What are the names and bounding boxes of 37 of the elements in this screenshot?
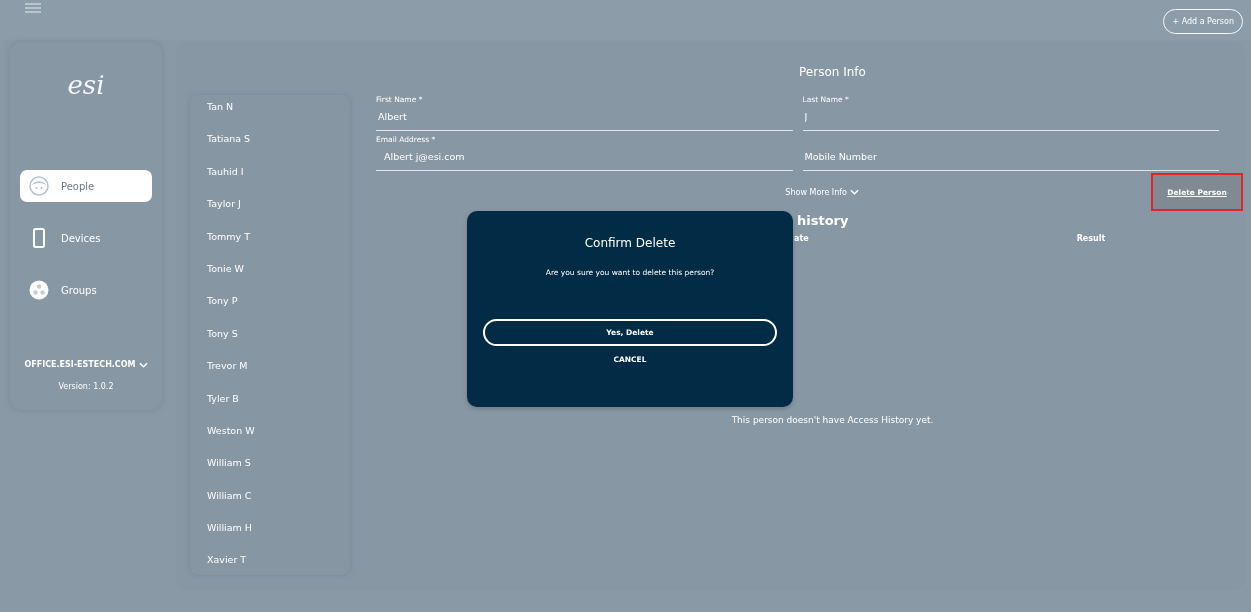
list-item[interactable]: Trevor M [207, 358, 350, 391]
list-item[interactable]: Weston W [207, 422, 350, 456]
nav-item[interactable]: Groups [20, 274, 152, 306]
chevron-down-icon [850, 189, 859, 195]
list-item[interactable]: Taylor J [207, 196, 350, 229]
version-text: Version: 1.0.2 [58, 382, 114, 391]
input-field[interactable]: Albert [376, 104, 793, 131]
face-icon [29, 176, 49, 196]
list-item[interactable]: Tonie W [207, 260, 350, 294]
section-title: Person Info [798, 65, 867, 79]
menu-icon[interactable] [25, 3, 41, 13]
column-header: ate [794, 234, 809, 243]
list-item[interactable]: Tony S [207, 325, 350, 359]
list-item[interactable]: Tan N [207, 99, 350, 132]
list-item[interactable]: Tommy T [207, 228, 350, 261]
list-item[interactable]: Tatiana S [207, 131, 350, 164]
show-more-link[interactable]: Show More Info [785, 187, 859, 197]
logo-text: esi [67, 70, 105, 100]
list-item[interactable]: Tony P [207, 293, 350, 326]
dialog-title: Confirm Delete [584, 236, 676, 250]
list-item[interactable]: William H [207, 520, 350, 553]
list-item[interactable]: Tauhid I [207, 163, 350, 197]
group-icon [29, 280, 49, 300]
list-item[interactable]: Xavier T [207, 552, 350, 585]
list-item[interactable]: William C [207, 487, 350, 521]
section-title: history [796, 213, 850, 228]
nav-item[interactable]: Devices [20, 222, 152, 254]
list-item[interactable]: William S [207, 455, 350, 488]
input-field[interactable]: Albert j@esi.com [376, 144, 793, 171]
empty-message: This person doesn't have Access History yet. [730, 415, 935, 425]
nav-item[interactable]: People [20, 170, 152, 202]
input-field[interactable]: J [802, 104, 1219, 131]
domain-selector[interactable]: OFFICE.ESI-ESTECH.COM [24, 360, 148, 369]
input-field[interactable]: Mobile Number [802, 144, 1219, 171]
column-header: Result [1076, 234, 1106, 243]
list-item[interactable]: Tyler B [207, 390, 350, 423]
chevron-down-icon [138, 361, 148, 368]
